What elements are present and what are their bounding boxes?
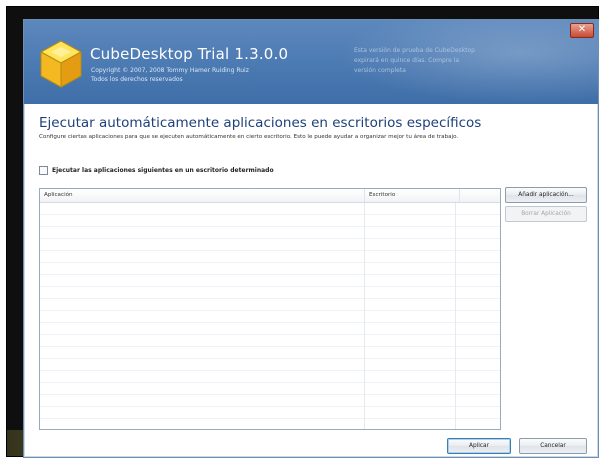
yellow-cube-icon	[39, 40, 83, 88]
screenshot-frame: CubeDesktop Trial 1.3.0.0 Copyright © 20…	[6, 6, 599, 458]
header-banner: CubeDesktop Trial 1.3.0.0 Copyright © 20…	[24, 20, 598, 104]
run-apps-checkbox[interactable]	[39, 166, 48, 175]
column-header-application[interactable]: Aplicación	[40, 189, 365, 202]
close-button[interactable]: ✕	[570, 23, 594, 38]
settings-window: CubeDesktop Trial 1.3.0.0 Copyright © 20…	[23, 19, 599, 458]
cancel-button[interactable]: Cancelar	[519, 438, 587, 454]
trial-notice: Esta versión de prueba de CubeDesktop ex…	[354, 46, 544, 76]
app-title: CubeDesktop Trial 1.3.0.0	[90, 45, 289, 63]
copyright-text: Copyright © 2007, 2008 Tommy Hamer Ruidi…	[91, 66, 291, 84]
column-header-filler	[460, 189, 500, 202]
list-body[interactable]	[40, 203, 500, 429]
section-title: Ejecutar automáticamente aplicaciones en…	[39, 115, 482, 131]
rights-line: Todos los derechos reservados	[91, 76, 183, 83]
column-divider	[455, 203, 456, 429]
run-apps-checkbox-label: Ejecutar las aplicaciones siguientes en …	[52, 167, 274, 174]
copyright-line: Copyright © 2007, 2008 Tommy Hamer Ruidi…	[91, 67, 249, 74]
trial-note-line[interactable]: versión completa	[354, 66, 544, 76]
trial-note-line: expirará en quince días. Compre la	[354, 57, 460, 64]
close-icon: ✕	[577, 24, 587, 35]
applications-list[interactable]: Aplicación Escritorio	[39, 188, 501, 430]
add-application-button[interactable]: Añadir aplicación...	[505, 187, 587, 203]
remove-application-button[interactable]: Borrar Aplicación	[505, 206, 587, 222]
section-description: Configure ciertas aplicaciones para que …	[39, 134, 459, 140]
list-header: Aplicación Escritorio	[40, 189, 500, 203]
apply-button[interactable]: Aplicar	[447, 438, 511, 454]
trial-note-line: Esta versión de prueba de CubeDesktop	[354, 47, 475, 54]
column-divider	[364, 203, 365, 429]
column-header-desktop[interactable]: Escritorio	[365, 189, 460, 202]
run-apps-checkbox-row[interactable]: Ejecutar las aplicaciones siguientes en …	[39, 166, 274, 175]
